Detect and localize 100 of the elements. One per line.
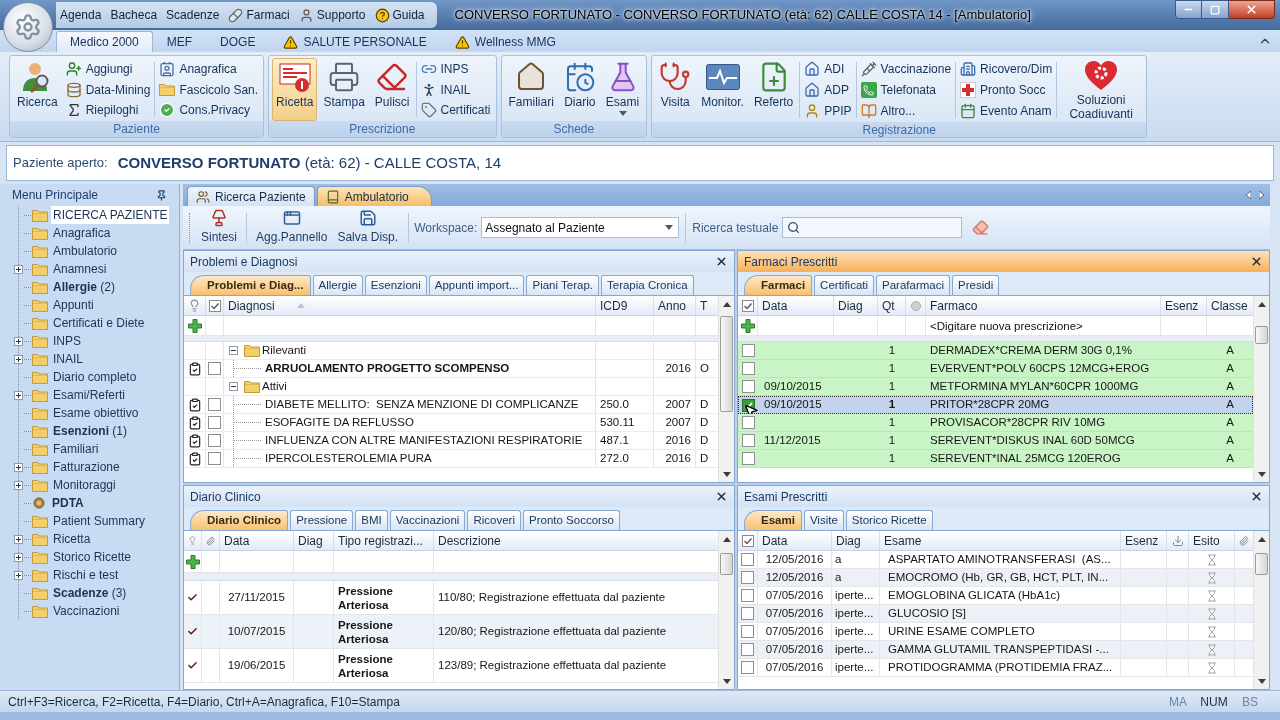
eraser-icon[interactable] <box>972 219 990 236</box>
checkbox[interactable] <box>208 362 221 375</box>
clipboard-check-icon[interactable] <box>187 397 202 412</box>
ribbon-small-button[interactable]: ADP <box>802 80 854 100</box>
clipboard-check-icon[interactable] <box>187 415 202 430</box>
sidebar-item[interactable]: Anagrafica <box>51 224 113 242</box>
down-arrow-icon[interactable] <box>722 471 731 477</box>
column-header[interactable]: Esito <box>1193 531 1220 550</box>
check-square-icon[interactable] <box>208 299 221 312</box>
document-tab[interactable]: Ambulatorio <box>316 186 432 206</box>
column-header[interactable]: ICD9 <box>600 296 628 315</box>
checkbox[interactable] <box>741 434 755 447</box>
panel-tab[interactable]: Esenzioni <box>364 275 427 295</box>
up-arrow-icon[interactable] <box>722 301 731 307</box>
panel-tab[interactable]: Problemi e Diag... <box>190 275 311 295</box>
down-arrow-icon[interactable] <box>1257 471 1266 477</box>
panel-tab[interactable]: Parafarmaci <box>876 275 951 295</box>
ribbon-button[interactable]: Diario <box>559 58 600 121</box>
checkbox[interactable] <box>208 434 221 447</box>
new-prescription-field[interactable]: <Digitare nuova prescrizione> <box>926 316 1160 335</box>
ribbon-button[interactable]: Monitor. <box>697 58 748 122</box>
sidebar-item[interactable]: Diario completo <box>51 368 139 386</box>
panel-tab[interactable]: Pronto Soccorso <box>523 510 620 530</box>
panel-tab[interactable]: Piani Terap. <box>526 275 599 295</box>
checkbox[interactable] <box>741 625 754 638</box>
plus-box-icon[interactable] <box>14 336 23 346</box>
quick-access-item[interactable]: Scadenze <box>166 6 220 24</box>
plus-box-icon[interactable] <box>14 264 23 274</box>
sidebar-item[interactable]: Esami/Referti <box>51 386 128 404</box>
quick-access-item[interactable]: Bacheca <box>110 6 158 24</box>
ribbon-tab[interactable]: Wellness MMG <box>440 31 570 52</box>
checkbox[interactable] <box>741 362 755 375</box>
column-header[interactable]: Data <box>762 296 788 315</box>
panel-tab[interactable]: Diario Clinico <box>190 510 289 530</box>
panel-tab[interactable]: Storico Ricette <box>845 510 933 530</box>
ribbon-button[interactable]: Soluzioni Coadiuvanti <box>1059 58 1144 122</box>
column-header[interactable]: Esenz <box>1165 296 1199 315</box>
sidebar-item[interactable]: Anamnesi <box>51 260 109 278</box>
sidebar-item[interactable]: Patient Summary <box>51 512 148 530</box>
plus-box-icon[interactable] <box>14 354 23 364</box>
column-header[interactable]: Qt <box>882 296 895 315</box>
column-header[interactable]: Diagnosi <box>228 296 275 315</box>
ribbon-small-button[interactable]: Aggiungi <box>63 59 153 79</box>
ribbon-button[interactable]: Esami <box>601 58 644 121</box>
column-header[interactable]: Diag <box>298 531 323 550</box>
panel-tab[interactable]: Appunti import... <box>428 275 525 295</box>
column-header[interactable]: Esenz <box>1125 531 1159 550</box>
sidebar-item[interactable]: Storico Ricette <box>51 548 134 566</box>
table-row[interactable]: 09/10/2015 1 METFORMINA MYLAN*60CPR 1000MG A <box>738 378 1253 396</box>
ribbon-small-button[interactable]: Anagrafica <box>157 59 261 79</box>
ribbon-small-button[interactable]: Vaccinazione <box>858 59 954 79</box>
ribbon-small-button[interactable]: ADI <box>802 59 854 79</box>
quick-access-item[interactable]: Agenda <box>60 6 102 24</box>
checkbox[interactable] <box>741 589 754 602</box>
down-arrow-icon[interactable] <box>1257 678 1266 684</box>
sidebar-item[interactable]: Rischi e test <box>51 566 121 584</box>
clipboard-check-icon[interactable] <box>187 433 202 448</box>
plus-box-icon[interactable] <box>14 462 23 472</box>
plus-box-icon[interactable] <box>14 390 23 400</box>
checkbox[interactable] <box>741 571 754 584</box>
checkbox[interactable] <box>741 380 755 393</box>
column-header[interactable]: Esame <box>884 531 922 550</box>
vertical-scrollbar[interactable] <box>718 296 734 482</box>
sidebar-item[interactable]: INPS <box>51 332 83 350</box>
minus-box-icon[interactable] <box>229 346 238 355</box>
plus-icon[interactable] <box>187 318 202 333</box>
checkbox[interactable] <box>741 553 754 566</box>
close-button[interactable] <box>1229 0 1275 19</box>
panel-tab[interactable]: Pressione <box>290 510 354 530</box>
column-header[interactable]: T <box>700 296 708 315</box>
ribbon-small-button[interactable]: Cons.Privacy <box>157 100 261 120</box>
check-square-icon[interactable] <box>741 299 754 312</box>
checkbox[interactable] <box>741 661 754 674</box>
sidebar-item[interactable]: RICERCA PAZIENTE <box>51 206 170 224</box>
vertical-scrollbar[interactable] <box>1253 296 1269 482</box>
workspace-dropdown[interactable]: Assegnato al Paziente <box>481 217 680 238</box>
ribbon-button[interactable]: Familiari <box>504 58 558 121</box>
column-header[interactable]: Data <box>762 531 788 550</box>
panel-tab[interactable]: Esami <box>744 510 802 530</box>
tree-group-label[interactable]: Rilevanti <box>262 341 307 360</box>
column-header[interactable]: Tipo registrazi... <box>338 531 423 550</box>
ribbon-tab[interactable]: DOGE <box>206 31 270 52</box>
panel-tab[interactable]: Terapia Cronica <box>601 275 694 295</box>
sidebar-item[interactable]: Esenzioni (1) <box>51 422 129 440</box>
up-arrow-icon[interactable] <box>722 536 731 542</box>
right-arrow-icon[interactable] <box>1259 191 1264 199</box>
panel-tab[interactable]: Certificati <box>814 275 875 295</box>
ribbon-tab[interactable]: Medico 2000 <box>56 31 153 52</box>
sidebar-item[interactable]: Ambulatorio <box>51 242 120 260</box>
left-arrow-icon[interactable] <box>1246 191 1251 199</box>
ribbon-small-button[interactable]: PPIP <box>802 101 854 121</box>
toolbar-button[interactable]: Salva Disp. <box>332 209 404 246</box>
column-header[interactable]: Data <box>224 531 250 550</box>
document-tab[interactable]: Ricerca Paziente <box>187 186 315 206</box>
ribbon-small-button[interactable]: INAIL <box>418 79 493 100</box>
ribbon-button[interactable]: Ricetta <box>272 58 318 121</box>
down-arrow-icon[interactable] <box>722 678 731 684</box>
sidebar-item[interactable]: Certificati e Diete <box>51 314 147 332</box>
scrollbar-thumb[interactable] <box>720 553 733 575</box>
minimize-button[interactable] <box>1175 0 1202 19</box>
